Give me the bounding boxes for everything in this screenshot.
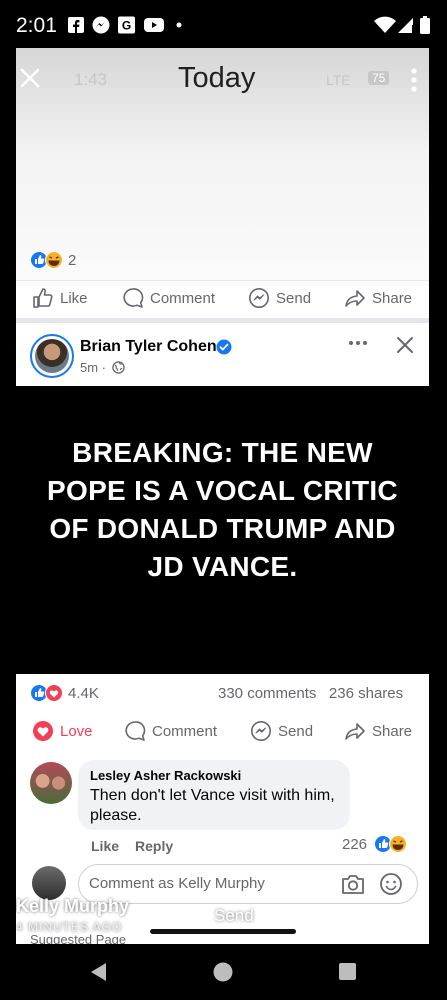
story-more-icon[interactable] [408,66,420,94]
comment-input-placeholder: Comment as Kelly Murphy [89,875,265,892]
send-arrow-icon [186,907,208,926]
top-like-button[interactable]: Like [32,287,88,309]
top-comment-button[interactable]: Comment [122,287,215,309]
emoji-icon[interactable] [379,872,403,896]
story-send-button[interactable]: Send [186,906,254,926]
screenshot-time: 1:43 [74,70,108,89]
screenshot-network: LTE [326,72,351,88]
status-time: 2:01 [16,14,57,37]
post-stats: 330 comments 236 shares [218,685,403,702]
comment-reply-link[interactable]: Reply [135,838,173,854]
post-shares-count[interactable]: 236 shares [329,685,403,702]
comment-text: Then don't let Vance visit with him, ple… [90,787,335,824]
battery-icon [420,16,430,34]
google-notification-icon: G [118,16,135,34]
youtube-notification-icon [144,18,164,32]
camera-icon[interactable] [341,873,365,895]
wifi-icon [374,16,396,33]
love-label: Love [60,722,93,740]
post-author-name[interactable]: Brian Tyler Cohen [80,338,217,356]
share-label: Share [372,722,413,740]
love-reaction-icon [33,721,53,741]
top-share-button[interactable]: Share [344,287,412,309]
comment-author[interactable]: Lesley Asher Rackowski [90,768,241,783]
like-label: Like [60,289,88,307]
share-button[interactable]: Share [344,720,412,742]
like-icon [33,288,53,308]
messenger-icon [249,288,269,308]
comment-icon [125,721,146,741]
cell-signal-icon [398,18,414,33]
post-image[interactable]: BREAKING: THE NEW POPE IS A VOCAL CRITIC… [16,386,429,674]
comment-label: Comment [150,289,216,307]
comment-reaction-count[interactable]: 226 [342,836,367,853]
author-photo [35,339,69,373]
love-button[interactable]: Love [32,720,93,742]
comment-icon [123,288,144,308]
more-notifications-dot-icon [176,22,182,28]
messenger-icon [251,721,271,741]
close-story-icon[interactable] [16,62,48,94]
story-owner-name[interactable]: Kelly Murphy [16,896,129,917]
navigation-bar [0,944,447,1000]
screenshot-battery: 75 [368,71,390,85]
screenshot-header: 1:43 Today LTE 75 [16,48,429,286]
send-button[interactable]: Send [250,720,313,742]
share-icon [345,290,365,307]
comment-label: Comment [152,722,218,740]
globe-icon [112,361,125,374]
post-time: 5m · [80,360,106,375]
divider [16,280,429,281]
post-comments-count[interactable]: 330 comments [218,685,316,702]
story-scroll-indicator [150,929,296,934]
facebook-notification-icon [68,17,84,33]
share-label: Share [372,289,413,307]
send-label: Send [278,722,314,740]
author-avatar[interactable] [30,334,74,378]
messenger-notification-icon [92,16,110,34]
verified-badge-icon [216,339,232,355]
commenter-avatar[interactable] [30,762,72,804]
top-send-button[interactable]: Send [248,287,311,309]
post-headline: BREAKING: THE NEW POPE IS A VOCAL CRITIC… [47,437,398,582]
story-send-label: Send [214,906,254,925]
post-separator [16,318,429,323]
comment-like-link[interactable]: Like [91,838,119,854]
comment-bubble: Lesley Asher Rackowski Then don't let Va… [78,760,350,830]
post-reaction-count[interactable]: 4.4K [68,685,99,702]
comment-reactions-like-haha-icon [374,835,407,853]
status-bar: 2:01 G [0,0,447,48]
top-post-reaction-count: 2 [68,252,77,269]
comment-button[interactable]: Comment [124,720,217,742]
reactions-like-love-icon [30,684,63,702]
recent-apps-icon[interactable] [339,963,356,980]
reactions-like-haha-icon [30,251,63,269]
home-icon[interactable] [213,962,233,982]
back-icon[interactable] [89,962,107,982]
story-timestamp: 4 MINUTES AGO [16,920,123,934]
hide-post-icon[interactable] [396,336,414,354]
send-label: Send [276,289,312,307]
share-icon [345,723,365,740]
svg-text:G: G [122,19,131,33]
story-frame[interactable]: 1:43 Today LTE 75 2 Like Comment Send Sh… [16,48,429,944]
my-avatar [32,866,66,900]
post-options-icon[interactable] [348,338,368,348]
screenshot-title: Today [178,62,256,94]
